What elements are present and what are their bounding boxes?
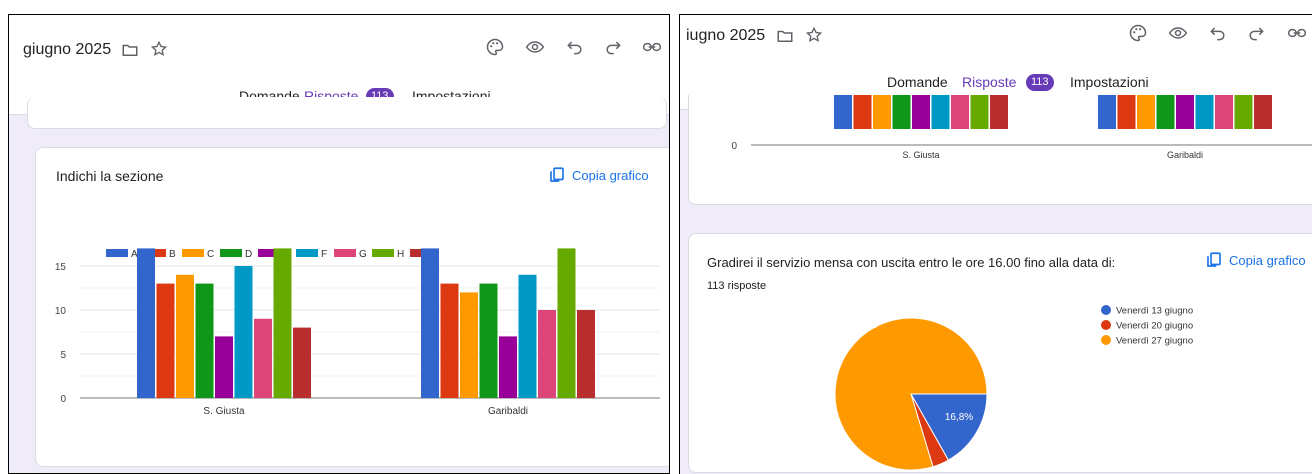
- redo-icon[interactable]: [1246, 23, 1266, 43]
- legend-label-2: Venerdì 27 giugno: [1116, 336, 1193, 347]
- palette-icon[interactable]: [1128, 23, 1148, 43]
- preview-eye-icon[interactable]: [525, 37, 545, 57]
- link-icon[interactable]: [1286, 23, 1308, 43]
- y-tick-label: 10: [55, 306, 67, 317]
- bar-H-1: [1234, 95, 1253, 129]
- bar-F-1: [518, 274, 537, 398]
- bar-C-1: [1137, 95, 1155, 129]
- redo-icon[interactable]: [603, 37, 623, 57]
- left-screenshot-panel: giugno 2025 Domande Risposte 113 Imposta…: [8, 14, 670, 474]
- legend-label-H: H: [397, 249, 404, 260]
- legend-label-B: B: [169, 249, 176, 260]
- bar-A-1: [1098, 95, 1116, 129]
- bar-E-0: [912, 95, 930, 129]
- bar-B-0: [853, 95, 872, 129]
- previous-card-bottom: [27, 97, 667, 129]
- legend-label-C: C: [207, 249, 214, 260]
- bar-D-1: [479, 283, 498, 398]
- sezione-bar-chart: 051015ABCDEFGHIS. GiustaGaribaldi: [55, 248, 660, 417]
- right-screenshot-panel: iugno 2025 Domande Risposte 113 Impostaz…: [679, 14, 1312, 474]
- folder-icon[interactable]: [776, 27, 794, 45]
- legend-swatch-F: [296, 249, 318, 257]
- legend-swatch-D: [220, 249, 242, 257]
- tab-risposte-label: Risposte: [962, 74, 1017, 90]
- bar-C-0: [176, 274, 194, 398]
- sezione-card: Indichi la sezione Copia grafico 0 5 10 15 A…: [35, 147, 669, 467]
- bar-A-1: [421, 248, 439, 398]
- bar-B-1: [1117, 95, 1136, 129]
- response-count-badge: 113: [1026, 74, 1054, 91]
- bar-G-0: [951, 95, 969, 129]
- bar-I-0: [990, 95, 1008, 129]
- undo-icon[interactable]: [1208, 23, 1228, 43]
- legend-label-F: F: [321, 249, 327, 260]
- bar-G-1: [1215, 95, 1233, 129]
- legend-label-A: A: [131, 249, 138, 260]
- bar-I-1: [577, 310, 595, 398]
- bar-F-0: [931, 95, 950, 129]
- legend-label-1: Venerdì 20 giugno: [1116, 321, 1193, 332]
- mensa-card: Gradirei il servizio mensa con uscita en…: [688, 233, 1312, 473]
- legend-swatch-2: [1101, 335, 1111, 345]
- bar-D-1: [1156, 95, 1175, 129]
- pie-slice-label-0: 16,8%: [945, 412, 973, 423]
- mensa-pie-chart: 16,8% 79,6% Venerdì 13 giugno Venerdì 20 gi…: [834, 305, 1193, 471]
- bar-D-0: [892, 95, 911, 129]
- x-category-label: S. Giusta: [203, 406, 245, 417]
- y-tick-label: 15: [55, 262, 67, 273]
- legend-swatch-C: [182, 249, 204, 257]
- bar-C-0: [873, 95, 891, 129]
- bar-B-1: [440, 283, 459, 398]
- bar-E-0: [215, 336, 233, 398]
- bar-A-0: [834, 95, 852, 129]
- link-icon[interactable]: [641, 37, 663, 57]
- star-icon[interactable]: [150, 40, 168, 58]
- legend-label-G: G: [359, 249, 367, 260]
- preview-eye-icon[interactable]: [1168, 23, 1188, 43]
- palette-icon[interactable]: [485, 37, 505, 57]
- bar-I-0: [293, 327, 311, 398]
- star-icon[interactable]: [805, 26, 823, 44]
- x-category-label: Garibaldi: [1167, 150, 1203, 160]
- sezione-bar-chart-cropped: 0 S. Giusta Garibaldi: [731, 95, 1312, 160]
- legend-label-0: Venerdì 13 giugno: [1116, 306, 1193, 317]
- legend-swatch-H: [372, 249, 394, 257]
- bar-B-0: [156, 283, 175, 398]
- y-tick-label: 0: [60, 394, 66, 405]
- bar-F-1: [1195, 95, 1214, 129]
- bar-F-0: [234, 266, 253, 398]
- undo-icon[interactable]: [565, 37, 585, 57]
- folder-icon[interactable]: [121, 41, 139, 59]
- legend-label-D: D: [245, 249, 252, 260]
- bar-E-1: [499, 336, 517, 398]
- legend-swatch-0: [1101, 305, 1111, 315]
- y-tick-label: 0: [731, 141, 737, 152]
- x-category-label: Garibaldi: [488, 406, 528, 417]
- bar-C-1: [460, 292, 478, 398]
- bar-D-0: [195, 283, 214, 398]
- form-title: iugno 2025: [686, 27, 766, 44]
- bar-E-1: [1176, 95, 1194, 129]
- legend-swatch-A: [106, 249, 128, 257]
- bar-chart-card-continued: 0 S. Giusta Garibaldi: [688, 95, 1312, 205]
- form-title: giugno 2025: [23, 41, 112, 58]
- x-category-label: S. Giusta: [902, 150, 939, 160]
- legend-swatch-1: [1101, 320, 1111, 330]
- bar-G-1: [538, 310, 556, 398]
- bar-H-0: [970, 95, 989, 129]
- bar-I-1: [1254, 95, 1272, 129]
- bar-H-0: [273, 248, 292, 398]
- bar-G-0: [254, 318, 272, 398]
- bar-H-1: [557, 248, 576, 398]
- y-tick-label: 5: [60, 350, 66, 361]
- bar-A-0: [137, 248, 155, 398]
- legend-swatch-G: [334, 249, 356, 257]
- pie-slice-label-2: 79,6%: [849, 320, 877, 331]
